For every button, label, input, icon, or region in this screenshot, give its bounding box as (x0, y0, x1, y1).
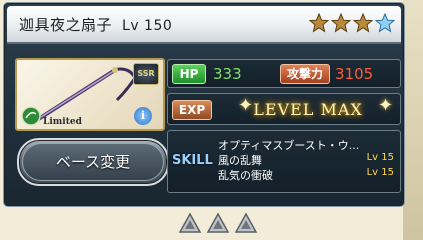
skill-level: Lv 15 (366, 167, 394, 178)
attack-value: 3105 (335, 65, 374, 83)
weapon-title: 迦具夜之扇子 Lv 150 (19, 14, 172, 35)
hp-value: 333 (213, 65, 242, 83)
base-change-label: ベース変更 (55, 153, 131, 171)
stats-row: HP 333 攻撃力 3105 (167, 59, 401, 88)
sparkle-icon: ✦ (378, 95, 394, 116)
uncap-stars (309, 13, 395, 33)
silver-triangle-icon (234, 212, 258, 233)
skill-item[interactable]: 風の乱舞 Lv 15 (218, 152, 394, 167)
skill-item[interactable]: 乱気の衝破 Lv 15 (218, 167, 394, 182)
uncap-star-icon (309, 13, 329, 33)
skill-item[interactable]: オプティマスブースト・ウ... (218, 137, 394, 152)
weapon-thumbnail[interactable]: SSR Limited i (15, 58, 165, 131)
background-right-strip (403, 0, 423, 240)
skill-label: SKILL (172, 153, 213, 168)
rarity-badge: SSR (133, 63, 159, 85)
bottom-icon-row (178, 212, 258, 234)
uncap-star-icon (331, 13, 351, 33)
skill-level: Lv 15 (366, 152, 394, 163)
skill-list: オプティマスブースト・ウ... 風の乱舞 Lv 15 乱気の衝破 Lv 15 (218, 137, 394, 182)
skill-panel: SKILL オプティマスブースト・ウ... 風の乱舞 Lv 15 乱気の衝破 L… (167, 130, 401, 193)
skill-name: 乱気の衝破 (218, 169, 273, 182)
limited-label: Limited (43, 117, 82, 127)
hp-label: HP (172, 64, 206, 84)
weapon-detail-card: 迦具夜之扇子 Lv 150 SSR Limited i ベース変更 HP 333 … (3, 2, 405, 207)
weapon-name: 迦具夜之扇子 (19, 16, 113, 34)
weapon-level: Lv 150 (122, 18, 173, 34)
wind-element-icon (21, 106, 41, 126)
attack-label: 攻撃力 (280, 64, 330, 84)
info-icon[interactable]: i (134, 107, 152, 125)
uncap-star-icon (353, 13, 373, 33)
base-change-button[interactable]: ベース変更 (17, 138, 169, 186)
skill-name: 風の乱舞 (218, 154, 262, 167)
exp-row: EXP ✦ LEVEL MAX ✦ (167, 93, 401, 125)
silver-triangle-icon (206, 212, 230, 233)
title-bar: 迦具夜之扇子 Lv 150 (7, 6, 401, 44)
transcend-star-icon (375, 13, 395, 33)
silver-triangle-icon (178, 212, 202, 233)
skill-name: オプティマスブースト・ウ... (218, 139, 360, 152)
level-max-status: LEVEL MAX (253, 100, 363, 119)
exp-label: EXP (172, 100, 212, 120)
